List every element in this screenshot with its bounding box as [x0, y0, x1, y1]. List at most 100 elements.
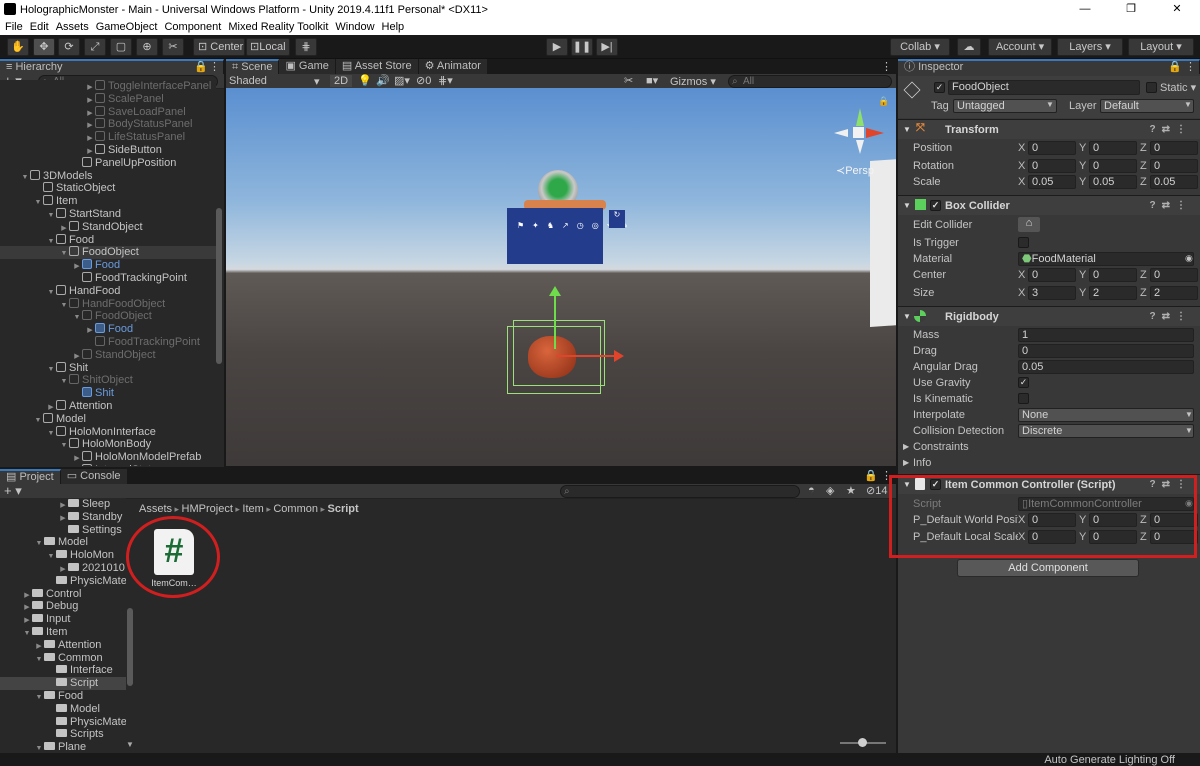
position-y-field[interactable]: 0	[1089, 141, 1137, 155]
rotation-z-field[interactable]: 0	[1150, 159, 1198, 173]
scale-z-field[interactable]: 0.05	[1150, 175, 1198, 189]
object-name-input[interactable]: FoodObject	[948, 80, 1140, 95]
hierarchy-item[interactable]: ▶ ToggleInterfacePanel	[0, 80, 216, 93]
tab-asset-store[interactable]: ▤ Asset Store	[335, 59, 419, 74]
foldout-arrow-icon[interactable]: ▼	[903, 201, 911, 210]
hierarchy-item[interactable]: PanelUpPosition	[0, 156, 216, 170]
kebab-menu-icon[interactable]: ⋮	[881, 60, 892, 73]
hierarchy-item[interactable]: ▼ Model	[0, 412, 216, 426]
component-header-icons[interactable]: ?⇄⋮	[1150, 200, 1193, 211]
perspective-label[interactable]: ≺Persp	[836, 164, 874, 177]
scene-view[interactable]: ⚑✦♞↗◷◎⟲✎ ↻ ≺Persp 🔒	[226, 88, 896, 466]
hidden-objects-icon[interactable]: ⊘0	[416, 74, 431, 87]
is-kinematic-checkbox[interactable]	[1018, 393, 1029, 404]
scale-x-field[interactable]: 0.05	[1028, 175, 1076, 189]
maximize-button[interactable]: ❐	[1108, 0, 1154, 19]
scene-lock-icon[interactable]: 🔒	[878, 96, 889, 107]
project-folder-item[interactable]: Script	[0, 677, 126, 690]
gizmos-dropdown[interactable]: Gizmos ▾	[670, 75, 716, 88]
create-button[interactable]: + ▾	[4, 484, 22, 498]
edit-collider-button[interactable]: ⌂	[1018, 217, 1040, 232]
hierarchy-item[interactable]: ▼ FoodObject	[0, 310, 216, 323]
foldout-arrow-icon[interactable]: ▶	[903, 442, 909, 451]
breadcrumb-item[interactable]: Assets	[139, 503, 172, 515]
audio-toggle-icon[interactable]: 🔊	[376, 74, 390, 87]
account-dropdown[interactable]: Account ▾	[988, 38, 1052, 56]
foldout-arrow-icon[interactable]: ▼	[34, 692, 44, 705]
component-header-icons[interactable]: ?⇄⋮	[1150, 124, 1193, 135]
project-folder-item[interactable]: ▼ Model	[0, 536, 126, 549]
rotation-y-field[interactable]: 0	[1089, 159, 1137, 173]
box-collider-enabled-checkbox[interactable]: ✓	[930, 200, 941, 211]
project-folder-item[interactable]: ▼ Plane	[0, 741, 126, 750]
tag-dropdown[interactable]: Untagged	[953, 99, 1057, 113]
kebab-menu-icon[interactable]: ⋮	[1185, 61, 1196, 74]
menu-item-gameobject[interactable]: GameObject	[96, 21, 158, 33]
hierarchy-item[interactable]: ▶ ScalePanel	[0, 92, 216, 106]
hierarchy-item[interactable]: ▶ HoloMonModelPrefab	[0, 451, 216, 464]
collab-button[interactable]: Collab ▾	[890, 38, 950, 56]
breadcrumb-item[interactable]: Script	[328, 503, 359, 515]
lock-icon[interactable]: 🔒	[864, 469, 878, 482]
close-button[interactable]: ✕	[1154, 0, 1200, 19]
mass-field[interactable]: 1	[1018, 328, 1194, 342]
drag-field[interactable]: 0	[1018, 344, 1194, 358]
static-checkbox[interactable]	[1146, 82, 1157, 93]
hierarchy-item[interactable]: Shit	[0, 387, 216, 400]
project-folder-item[interactable]: ▼ Common	[0, 652, 126, 665]
project-folder-item[interactable]: ▶ Attention	[0, 639, 126, 652]
zoom-slider[interactable]	[840, 738, 886, 747]
hierarchy-item[interactable]: ▼ ShitObject	[0, 374, 216, 387]
project-folder-item[interactable]: ▶ Sleep	[0, 498, 126, 511]
hidden-packages-icon[interactable]: ⊘14	[866, 484, 887, 497]
collision-detection-dropdown[interactable]: Discrete	[1018, 424, 1194, 438]
hierarchy-item[interactable]: ▶ StandObject	[0, 348, 216, 362]
lock-icon[interactable]: 🔒	[194, 61, 208, 74]
scroll-down-arrow-icon[interactable]: ▼	[126, 740, 134, 749]
center-z-field[interactable]: 0	[1150, 268, 1198, 282]
tab-scene[interactable]: ⌗ Scene	[226, 59, 280, 74]
menu-item-window[interactable]: Window	[335, 21, 374, 33]
layer-dropdown[interactable]: Default	[1100, 99, 1194, 113]
pivot-center-button[interactable]: ⊡ Center	[193, 38, 245, 56]
project-folder-item[interactable]: ▶ 2021010	[0, 562, 126, 575]
center-x-field[interactable]: 0	[1028, 268, 1076, 282]
hierarchy-item[interactable]: FoodTrackingPoint	[0, 271, 216, 285]
angular-drag-field[interactable]: 0.05	[1018, 360, 1194, 374]
scale-tool-button[interactable]: ⤢	[84, 38, 106, 56]
hierarchy-item[interactable]: ▶ Attention	[0, 399, 216, 413]
foldout-arrow-icon[interactable]: ▼	[903, 125, 911, 134]
shading-mode-dropdown[interactable]: Shaded	[229, 75, 321, 87]
filter-type-icon[interactable]: ◓	[808, 484, 815, 496]
menu-item-mixed-reality-toolkit[interactable]: Mixed Reality Toolkit	[228, 21, 328, 33]
active-checkbox[interactable]: ✓	[934, 82, 945, 93]
effects-dropdown-icon[interactable]: ▨▾	[394, 74, 410, 87]
orientation-gizmo[interactable]	[828, 100, 888, 160]
tab-game[interactable]: ▣ Game	[279, 59, 336, 74]
project-folder-item[interactable]: ▼ Item	[0, 626, 126, 639]
hierarchy-item[interactable]: ▶InternalStatus	[0, 463, 216, 466]
rigidbody-header[interactable]: ▼ Rigidbody ?⇄⋮	[898, 306, 1200, 326]
tab-project[interactable]: ▤ Project	[0, 469, 61, 484]
tools-icon[interactable]: ✂	[624, 74, 633, 87]
foldout-arrow-icon[interactable]: ▼	[22, 628, 32, 641]
project-folder-item[interactable]: Settings	[0, 524, 126, 537]
tab-inspector[interactable]: ⓘ Inspector 🔒 ⋮	[898, 59, 1200, 74]
minimize-button[interactable]: —	[1062, 0, 1108, 19]
rotation-x-field[interactable]: 0	[1028, 159, 1076, 173]
hierarchy-item[interactable]: StaticObject	[0, 182, 216, 195]
interpolate-dropdown[interactable]: None	[1018, 408, 1194, 422]
rect-tool-button[interactable]: ▢	[110, 38, 132, 56]
pivot-local-button[interactable]: ⊡Local	[246, 38, 290, 56]
project-folder-item[interactable]: ▼ HoloMon	[0, 549, 126, 562]
project-folder-item[interactable]: ▶ Input	[0, 613, 126, 626]
menu-item-edit[interactable]: Edit	[30, 21, 49, 33]
hierarchy-item[interactable]: ▼ HandFoodObject	[0, 297, 216, 311]
foldout-arrow-icon[interactable]: ▶	[903, 458, 909, 467]
hierarchy-scrollbar[interactable]	[216, 208, 222, 364]
hierarchy-item[interactable]: ▶ SideButton	[0, 143, 216, 157]
constraints-row[interactable]: ▶ Constraints	[898, 439, 1200, 455]
move-tool-button[interactable]: ✥	[33, 38, 55, 56]
project-folder-item[interactable]: ▶ Debug	[0, 600, 126, 613]
hierarchy-item[interactable]: ▶ BodyStatusPanel	[0, 118, 216, 131]
